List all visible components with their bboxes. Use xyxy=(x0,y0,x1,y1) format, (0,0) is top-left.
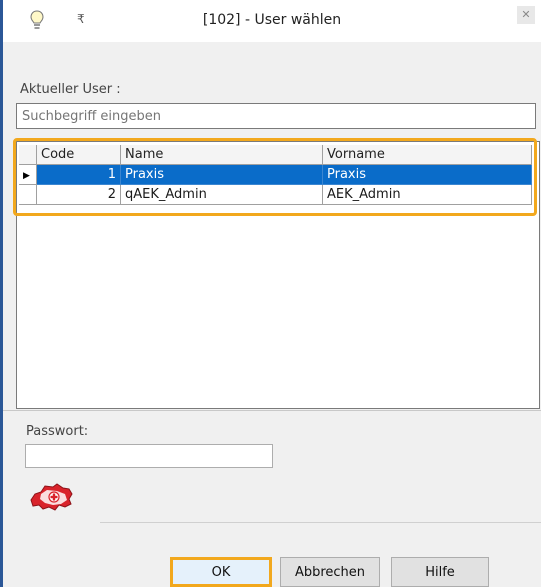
divider xyxy=(3,410,541,411)
header-indicator xyxy=(19,145,37,165)
title-bar[interactable]: ₹ [102] - User wählen ✕ xyxy=(3,0,541,42)
user-grid[interactable]: Code Name Vorname ▶ 1 Praxis Praxis 2 qA… xyxy=(16,141,540,409)
close-button[interactable]: ✕ xyxy=(517,6,535,24)
row-indicator-icon[interactable]: ▶ xyxy=(19,165,37,185)
window-title: [102] - User wählen xyxy=(202,12,342,28)
header-vorname[interactable]: Vorname xyxy=(323,145,532,165)
search-input[interactable] xyxy=(16,103,536,129)
current-user-label: Aktueller User : xyxy=(20,82,121,97)
swiss-map-logo-icon xyxy=(30,483,73,511)
row-indicator[interactable] xyxy=(19,185,37,205)
password-field[interactable] xyxy=(25,444,273,468)
help-button[interactable]: Hilfe xyxy=(391,557,489,587)
cell-code[interactable]: 2 xyxy=(37,185,121,205)
cancel-button[interactable]: Abbrechen xyxy=(280,557,380,587)
cell-vorname[interactable]: AEK_Admin xyxy=(323,185,532,205)
cell-vorname[interactable]: Praxis xyxy=(323,165,532,185)
password-label: Passwort: xyxy=(26,424,89,439)
cell-name[interactable]: qAEK_Admin xyxy=(121,185,323,205)
cell-name[interactable]: Praxis xyxy=(121,165,323,185)
header-name[interactable]: Name xyxy=(121,145,323,165)
button-divider xyxy=(100,522,541,523)
ok-button[interactable]: OK xyxy=(170,557,272,587)
cell-code[interactable]: 1 xyxy=(37,165,121,185)
window-border xyxy=(0,0,3,587)
header-code[interactable]: Code xyxy=(37,145,121,165)
